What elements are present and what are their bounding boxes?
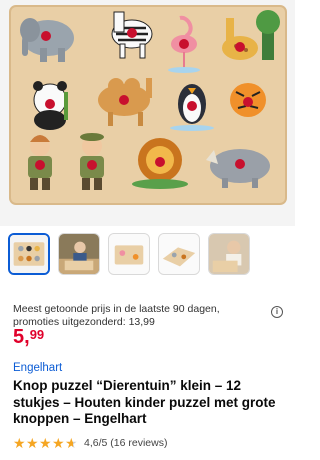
- tiger-piece: [230, 83, 266, 117]
- rating-summary[interactable]: ★ ★ ★ ★ ★ 4,6/5 (16 reviews): [13, 436, 167, 450]
- puzzle-pieces-thumbnail-icon: [109, 234, 149, 274]
- price-whole: 5,: [13, 326, 30, 348]
- toddler-playing-thumbnail-icon: [209, 234, 249, 274]
- rating-text: 4,6/5 (16 reviews): [84, 437, 168, 449]
- star-icon: ★: [26, 435, 39, 451]
- star-rating: ★ ★ ★ ★ ★: [13, 436, 78, 450]
- price-history-note: Meest getoonde prijs in de laatste 90 da…: [13, 303, 220, 328]
- puzzle-angle-thumbnail-icon: [159, 234, 199, 274]
- star-half-icon: ★: [65, 435, 78, 451]
- product-title: Knop puzzel “Dierentuin” klein – 12 stuk…: [13, 378, 276, 426]
- thumbnail-2[interactable]: [58, 233, 100, 275]
- thumbnail-4[interactable]: [158, 233, 200, 275]
- panda-piece: [33, 81, 68, 130]
- thumbnail-5[interactable]: [208, 233, 250, 275]
- child-playing-thumbnail-icon: [59, 234, 99, 274]
- thumbnail-1[interactable]: [8, 233, 50, 275]
- product-main-image[interactable]: [0, 0, 295, 226]
- star-icon: ★: [52, 435, 65, 451]
- product-price: 5,99: [13, 327, 44, 347]
- brand-link[interactable]: Engelhart: [13, 362, 62, 374]
- wooden-puzzle-illustration: [0, 0, 295, 226]
- thumbnail-strip: [8, 233, 250, 281]
- star-icon: ★: [39, 435, 52, 451]
- thumbnail-3[interactable]: [108, 233, 150, 275]
- star-icon: ★: [13, 435, 26, 451]
- info-icon[interactable]: i: [271, 306, 283, 318]
- price-fraction: 99: [29, 327, 45, 342]
- puzzle-full-thumbnail-icon: [10, 235, 48, 273]
